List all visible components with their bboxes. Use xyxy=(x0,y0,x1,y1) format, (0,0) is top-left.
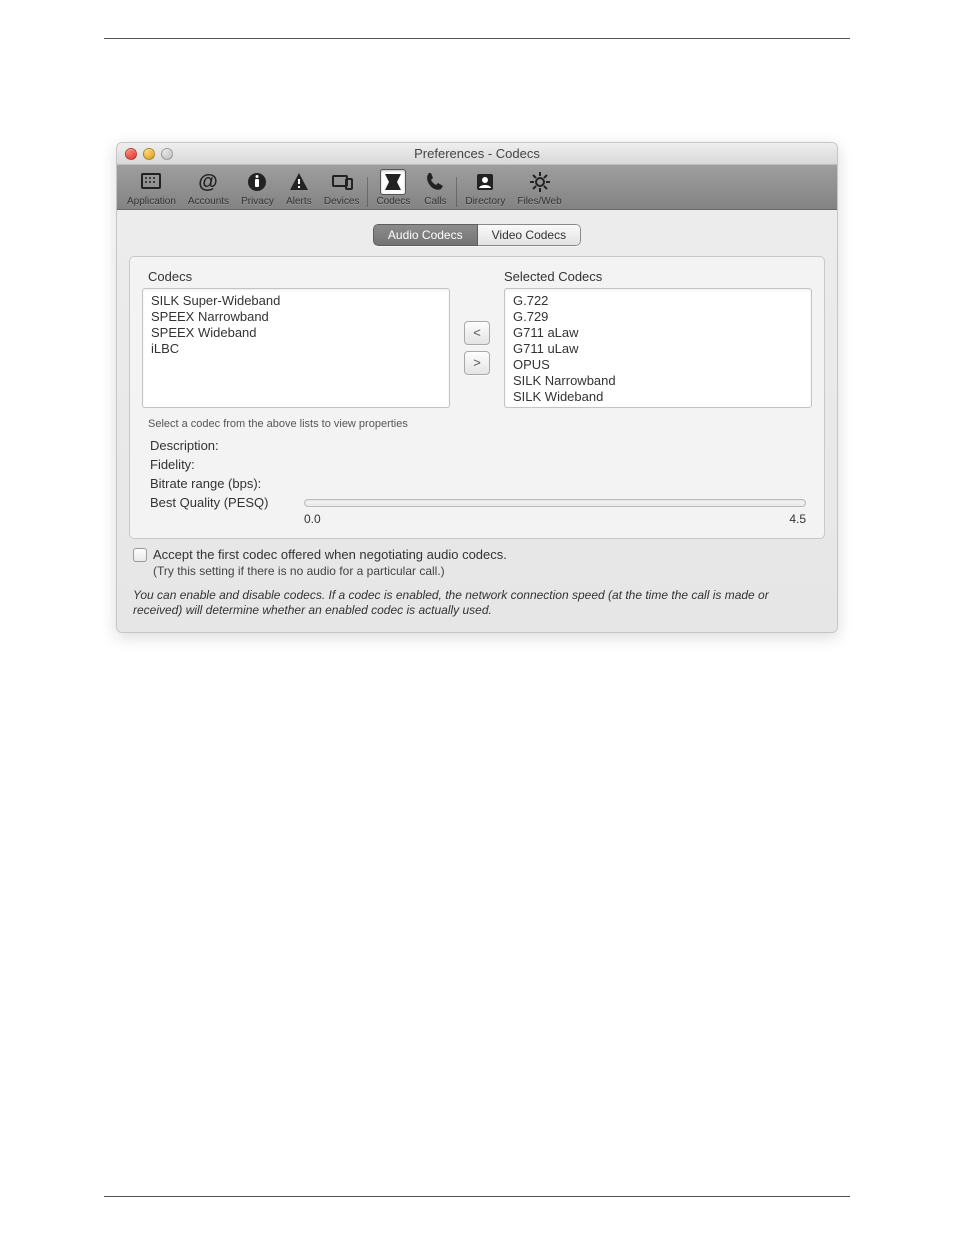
accept-first-codec-label: Accept the first codec offered when nego… xyxy=(153,547,507,562)
toolbar-devices[interactable]: Devices xyxy=(318,169,366,207)
toolbar-alerts[interactable]: Alerts xyxy=(280,169,318,207)
quality-scale-max: 4.5 xyxy=(789,512,806,526)
toolbar-application[interactable]: Application xyxy=(121,169,182,207)
codecs-icon xyxy=(380,169,406,195)
directory-icon xyxy=(472,169,498,195)
list-item[interactable]: iLBC xyxy=(151,341,441,357)
calls-icon xyxy=(422,169,448,195)
content-area: Audio Codecs Video Codecs Codecs SILK Su… xyxy=(117,210,837,632)
quality-bar xyxy=(304,499,806,507)
list-item[interactable]: OPUS xyxy=(513,357,803,373)
header-divider xyxy=(104,38,850,39)
privacy-icon xyxy=(244,169,270,195)
available-codecs-label: Codecs xyxy=(148,269,450,284)
list-item[interactable]: SILK Narrowband xyxy=(513,373,803,389)
selected-codecs-list[interactable]: G.722 G.729 G711 aLaw G711 uLaw OPUS SIL… xyxy=(504,288,812,408)
accept-first-codec-checkbox[interactable] xyxy=(133,548,147,562)
accept-first-codec-hint: (Try this setting if there is no audio f… xyxy=(153,564,821,578)
footer-options: Accept the first codec offered when nego… xyxy=(133,547,821,618)
devices-icon xyxy=(329,169,355,195)
codec-properties: Select a codec from the above lists to v… xyxy=(142,418,812,526)
window-title: Preferences - Codecs xyxy=(117,146,837,161)
preferences-toolbar: Application @ Accounts Privacy Alerts De… xyxy=(117,165,837,210)
toolbar-divider xyxy=(367,177,368,207)
toolbar-codecs[interactable]: Codecs xyxy=(370,169,416,207)
move-right-button[interactable]: > xyxy=(464,351,490,375)
alerts-icon xyxy=(286,169,312,195)
list-item[interactable]: SPEEX Narrowband xyxy=(151,309,441,325)
tab-audio-codecs[interactable]: Audio Codecs xyxy=(373,224,478,246)
codecs-panel: Codecs SILK Super-Wideband SPEEX Narrowb… xyxy=(129,256,825,539)
codec-tabs: Audio Codecs Video Codecs xyxy=(123,224,831,246)
codec-note: You can enable and disable codecs. If a … xyxy=(133,588,821,618)
list-item[interactable]: G711 uLaw xyxy=(513,341,803,357)
list-item[interactable]: SPEEX Wideband xyxy=(151,325,441,341)
toolbar-accounts[interactable]: @ Accounts xyxy=(182,169,235,207)
properties-hint: Select a codec from the above lists to v… xyxy=(148,418,812,430)
move-left-button[interactable]: < xyxy=(464,321,490,345)
quality-label: Best Quality (PESQ) xyxy=(150,495,300,510)
gear-icon xyxy=(527,169,553,195)
accounts-icon: @ xyxy=(195,169,221,195)
list-item[interactable]: SILK Super-Wideband xyxy=(151,293,441,309)
titlebar: Preferences - Codecs xyxy=(117,143,837,165)
svg-text:@: @ xyxy=(199,171,219,193)
application-icon xyxy=(138,169,164,195)
toolbar-divider-2 xyxy=(456,177,457,207)
list-item[interactable]: SILK Wideband xyxy=(513,389,803,405)
list-item[interactable]: G711 aLaw xyxy=(513,325,803,341)
toolbar-directory[interactable]: Directory xyxy=(459,169,511,207)
fidelity-label: Fidelity: xyxy=(150,457,300,472)
list-item[interactable]: G.722 xyxy=(513,293,803,309)
toolbar-calls[interactable]: Calls xyxy=(416,169,454,207)
quality-scale-min: 0.0 xyxy=(304,512,321,526)
toolbar-privacy[interactable]: Privacy xyxy=(235,169,280,207)
list-item[interactable]: G.729 xyxy=(513,309,803,325)
preferences-window: Preferences - Codecs Application @ Accou… xyxy=(116,142,838,633)
toolbar-files-web[interactable]: Files/Web xyxy=(511,169,567,207)
tab-video-codecs[interactable]: Video Codecs xyxy=(478,224,582,246)
selected-codecs-label: Selected Codecs xyxy=(504,269,812,284)
bitrate-label: Bitrate range (bps): xyxy=(150,476,300,491)
available-codecs-list[interactable]: SILK Super-Wideband SPEEX Narrowband SPE… xyxy=(142,288,450,408)
description-label: Description: xyxy=(150,438,300,453)
footer-divider xyxy=(104,1196,850,1197)
